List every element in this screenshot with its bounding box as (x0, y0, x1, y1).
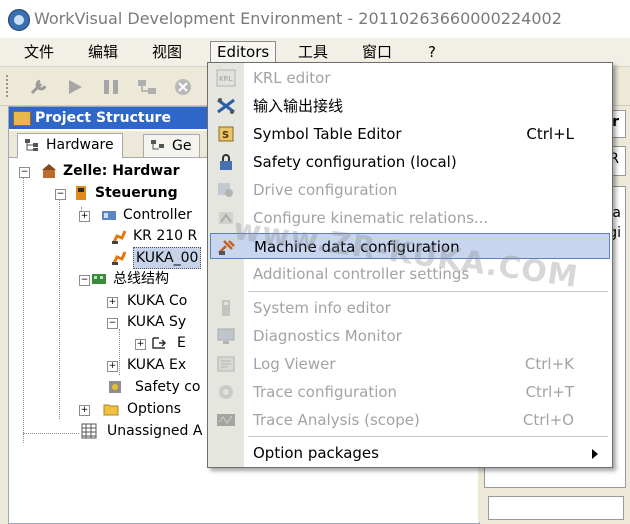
menu-item-machine-data[interactable]: Machine data configuration (210, 233, 610, 259)
geometry-tree-icon (151, 140, 164, 150)
svg-text:KRL: KRL (219, 75, 232, 83)
editors-menu: KRL KRL editor 输入输出接线 S Symbol Table Edi… (207, 62, 613, 468)
safety-lock-icon (220, 154, 232, 170)
menu-item-system-info[interactable]: System info editor (208, 295, 612, 321)
collapse-toggle[interactable]: − (55, 189, 66, 200)
menu-item-krl-editor[interactable]: KRL KRL editor (208, 65, 612, 91)
network-icon[interactable] (136, 77, 158, 97)
tab-geometry-label: Ge (172, 138, 192, 154)
wrench-icon[interactable] (28, 77, 50, 97)
title-bar: WorkVisual Development Environment - 201… (0, 0, 630, 38)
robot-arm-icon (112, 251, 127, 265)
menu-item-io-wiring[interactable]: 输入输出接线 (208, 93, 612, 119)
scope-icon (217, 414, 235, 426)
menu-separator (248, 436, 608, 437)
controller-module-icon (102, 211, 116, 220)
io-wiring-icon (217, 98, 235, 114)
stop-icon[interactable] (172, 77, 194, 97)
menu-edit[interactable]: 编辑 (82, 42, 124, 62)
menu-editors[interactable]: Editors (210, 41, 277, 63)
panel-title: Project Structure (35, 110, 171, 126)
menu-item-option-packages[interactable]: Option packages (208, 440, 612, 466)
menu-window[interactable]: 窗口 (356, 42, 398, 62)
collapse-toggle[interactable]: − (19, 167, 30, 178)
menu-view[interactable]: 视图 (146, 42, 188, 62)
pause-icon[interactable] (100, 77, 122, 97)
expand-toggle[interactable]: + (79, 405, 90, 416)
log-viewer-icon (217, 356, 235, 372)
menu-file[interactable]: 文件 (18, 42, 60, 62)
menu-item-kinematic-relations[interactable]: Configure kinematic relations... (208, 205, 612, 231)
submenu-arrow-icon (592, 449, 598, 459)
menu-item-drive-config[interactable]: Drive configuration (208, 177, 612, 203)
bus-structure-icon (92, 274, 106, 284)
drive-config-icon (218, 183, 233, 197)
cell-icon (42, 164, 56, 178)
collapse-toggle[interactable]: − (79, 275, 90, 286)
folder-icon (13, 111, 31, 126)
window-title: WorkVisual Development Environment - 201… (34, 9, 562, 28)
tab-geometry[interactable]: Ge (143, 134, 201, 157)
toolbar-grip[interactable] (6, 75, 11, 97)
menu-item-diagnostics[interactable]: Diagnostics Monitor (208, 323, 612, 349)
menu-item-log-viewer[interactable]: Log Viewer Ctrl+K (208, 351, 612, 377)
tab-hardware[interactable]: Hardware (17, 133, 123, 158)
menu-tools[interactable]: 工具 (292, 42, 334, 62)
app-icon (8, 9, 30, 31)
folder-icon (103, 404, 119, 416)
krl-editor-icon: KRL (216, 69, 236, 87)
menu-help[interactable]: ? (422, 42, 442, 62)
tab-hardware-label: Hardware (46, 137, 114, 153)
safety-icon (109, 381, 121, 393)
svg-text:S: S (222, 130, 229, 141)
ethercat-icon (152, 337, 167, 349)
menu-item-symbol-table[interactable]: S Symbol Table Editor Ctrl+L (208, 121, 612, 147)
collapse-toggle[interactable]: − (107, 318, 118, 329)
play-icon[interactable] (64, 77, 86, 97)
expand-toggle[interactable]: + (107, 361, 118, 372)
kinematic-icon (219, 212, 233, 224)
trace-config-icon (219, 385, 233, 399)
menu-item-trace-config[interactable]: Trace configuration Ctrl+T (208, 379, 612, 405)
expand-toggle[interactable]: + (135, 339, 146, 350)
right-pane-footer (488, 496, 624, 520)
expand-toggle[interactable]: + (79, 211, 90, 222)
menu-item-safety-config[interactable]: Safety configuration (local) (208, 149, 612, 175)
menu-item-trace-analysis[interactable]: Trace Analysis (scope) Ctrl+O (208, 407, 612, 433)
robot-arm-icon (112, 230, 127, 244)
expand-toggle[interactable]: + (107, 297, 118, 308)
system-info-icon (222, 300, 230, 316)
machine-data-icon (218, 240, 235, 255)
hardware-tree-icon (25, 139, 38, 151)
menu-separator (248, 291, 608, 292)
menu-item-additional-settings[interactable]: Additional controller settings (208, 261, 612, 287)
symbol-table-icon: S (218, 126, 234, 142)
diagnostics-monitor-icon (217, 328, 235, 344)
grid-list-icon (81, 423, 97, 439)
controller-cabinet-icon (76, 186, 86, 200)
